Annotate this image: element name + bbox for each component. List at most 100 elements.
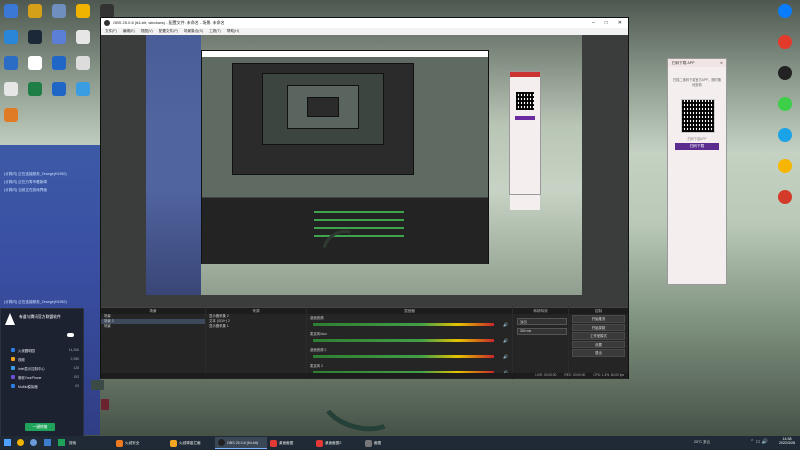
- list-item[interactable]: 微软YourPhone 153: [11, 374, 79, 380]
- clock[interactable]: 14:38 2022/3/28: [776, 437, 798, 445]
- taskbar-item[interactable]: OBS 25.0.8 (64-bit): [215, 437, 267, 449]
- desktop-icon[interactable]: [778, 190, 792, 204]
- app-icon[interactable]: [30, 439, 37, 446]
- volume-meter[interactable]: [313, 355, 494, 358]
- small-qr-window: [509, 71, 541, 195]
- menu-file[interactable]: 文件(F): [105, 29, 117, 34]
- status-bar: LIVE: 00:00:00 REC: 00:00:00 CPU: 1.3%, …: [101, 373, 628, 378]
- qr-code: [516, 92, 534, 110]
- app-icon: [116, 439, 123, 447]
- settings-button[interactable]: 设置: [572, 340, 625, 348]
- desktop-icon[interactable]: [52, 56, 66, 70]
- desktop-icon[interactable]: [778, 128, 792, 142]
- start-streaming-button[interactable]: 开始推流: [572, 315, 625, 323]
- desktop-icon[interactable]: [778, 97, 792, 111]
- browser-icon[interactable]: [17, 439, 24, 446]
- scene-item[interactable]: 场景: [101, 324, 205, 329]
- weather-widget[interactable]: 20°C 多云: [694, 440, 710, 445]
- list-item[interactable]: Intel显示控制中心 128: [11, 365, 79, 371]
- desktop-icon[interactable]: [778, 66, 792, 80]
- track-label: 麦克风 2: [310, 364, 323, 368]
- maximize-icon[interactable]: □: [605, 20, 608, 26]
- desktop-icon[interactable]: [4, 108, 18, 122]
- desktop-icon[interactable]: [100, 4, 114, 18]
- desktop-icon[interactable]: [52, 4, 66, 18]
- app-icon: [365, 439, 372, 447]
- qr-download-window: 扫码下载 APP ✕ 扫描二维码下载官方APP，随时随地查看 扫码下载APP 扫…: [667, 58, 727, 285]
- duration-input[interactable]: 300 ms: [517, 328, 567, 335]
- menu-profile[interactable]: 配置文件(P): [159, 29, 178, 34]
- studio-mode-button[interactable]: 工作室模式: [572, 332, 625, 340]
- desktop-icon[interactable]: [778, 159, 792, 173]
- taskbar-item[interactable]: 火绒弹窗拦截: [167, 437, 213, 449]
- app-icon[interactable]: [44, 439, 51, 446]
- app-icon[interactable]: [58, 439, 65, 446]
- taskbar-item[interactable]: 火绒安全: [113, 437, 165, 449]
- download-button[interactable]: 扫码下载: [675, 143, 719, 150]
- menu-scene-collection[interactable]: 场景集合(S): [184, 29, 203, 34]
- app-icon: [11, 366, 15, 370]
- desktop-icon[interactable]: [28, 4, 42, 18]
- transition-select[interactable]: 淡出: [517, 318, 567, 325]
- desktop-icon[interactable]: [778, 35, 792, 49]
- windows-start-icon[interactable]: [4, 439, 11, 446]
- app-icon: [170, 439, 177, 447]
- list-item[interactable]: 视频 2,986: [11, 356, 79, 362]
- desktop-icon[interactable]: [76, 30, 90, 44]
- desktop-icon[interactable]: [52, 82, 66, 96]
- captured-left-panel: [146, 35, 201, 295]
- file-icon[interactable]: [101, 399, 109, 410]
- app-logo-icon: [5, 313, 15, 325]
- obs-icon: [218, 439, 225, 446]
- desktop-icon[interactable]: [76, 82, 90, 96]
- list-item[interactable]: MuMu模拟器 63: [11, 383, 79, 389]
- tray-icons[interactable]: ⌃ ▭ 🔊: [750, 439, 768, 445]
- desktop-icon[interactable]: [76, 56, 90, 70]
- list-item[interactable]: 火烧圆明园 14,266: [11, 347, 79, 353]
- minimize-icon[interactable]: –: [592, 20, 595, 26]
- app-icon: [11, 348, 15, 352]
- menu-view[interactable]: 视图(V): [141, 29, 153, 34]
- speaker-icon[interactable]: 🔊: [503, 338, 508, 343]
- desktop-icon[interactable]: [28, 82, 42, 96]
- close-icon[interactable]: ✕: [618, 20, 622, 26]
- title-bar: OBS 25.0.8 (64-bit, windows) - 配置文件: 未命名…: [101, 18, 628, 28]
- source-item[interactable]: 显示器采集 1: [206, 324, 306, 329]
- toggle-switch[interactable]: [67, 333, 74, 337]
- taskbar-search[interactable]: 搜索: [66, 437, 84, 449]
- cleanup-popup: 有道与腾讯官方联盟软件 火烧圆明园 14,266 视频 2,986 Intel显示控…: [0, 308, 84, 438]
- menu-edit[interactable]: 编辑(E): [123, 29, 135, 34]
- menu-help[interactable]: 帮助(H): [227, 29, 239, 34]
- desktop-icon[interactable]: [778, 4, 792, 18]
- menu-tools[interactable]: 工具(T): [209, 29, 221, 34]
- app-icon: [11, 384, 15, 388]
- taskbar: 搜索 火绒安全 火绒弹窗拦截 OBS 25.0.8 (64-bit) 桌面截图 …: [0, 436, 800, 450]
- desktop-icon[interactable]: [28, 30, 42, 44]
- desktop-icon[interactable]: [76, 4, 90, 18]
- window-title: OBS 25.0.8 (64-bit, windows) - 配置文件: 未命名…: [113, 20, 225, 25]
- volume-meter[interactable]: [313, 323, 494, 326]
- taskbar-item[interactable]: 桌面截图: [267, 437, 312, 449]
- close-icon[interactable]: ✕: [720, 61, 726, 65]
- preview-canvas[interactable]: [101, 35, 628, 307]
- desktop-icon[interactable]: [4, 56, 18, 70]
- panel-line: (计算内) 正在万寿市看新闻: [4, 180, 47, 184]
- taskbar-item[interactable]: 截图: [362, 437, 414, 449]
- start-recording-button[interactable]: 开始录制: [572, 323, 625, 331]
- file-icon[interactable]: [91, 380, 104, 390]
- taskbar-item[interactable]: 桌面截图2: [313, 437, 361, 449]
- plant-decoration: [314, 370, 406, 440]
- desktop-icon[interactable]: [52, 30, 66, 44]
- rec-status: REC: 00:00:00: [564, 373, 586, 377]
- desktop-icon[interactable]: [4, 30, 18, 44]
- qr-code: [681, 99, 715, 133]
- app-icon: [316, 439, 323, 447]
- fix-button[interactable]: 一键修复: [25, 423, 55, 431]
- desktop-icon[interactable]: [4, 4, 18, 18]
- speaker-icon[interactable]: 🔊: [503, 322, 508, 327]
- desktop-icon[interactable]: [4, 82, 18, 96]
- volume-meter[interactable]: [313, 339, 494, 342]
- desktop-icon[interactable]: [28, 56, 42, 70]
- speaker-icon[interactable]: 🔊: [503, 354, 508, 359]
- exit-button[interactable]: 退出: [572, 349, 625, 357]
